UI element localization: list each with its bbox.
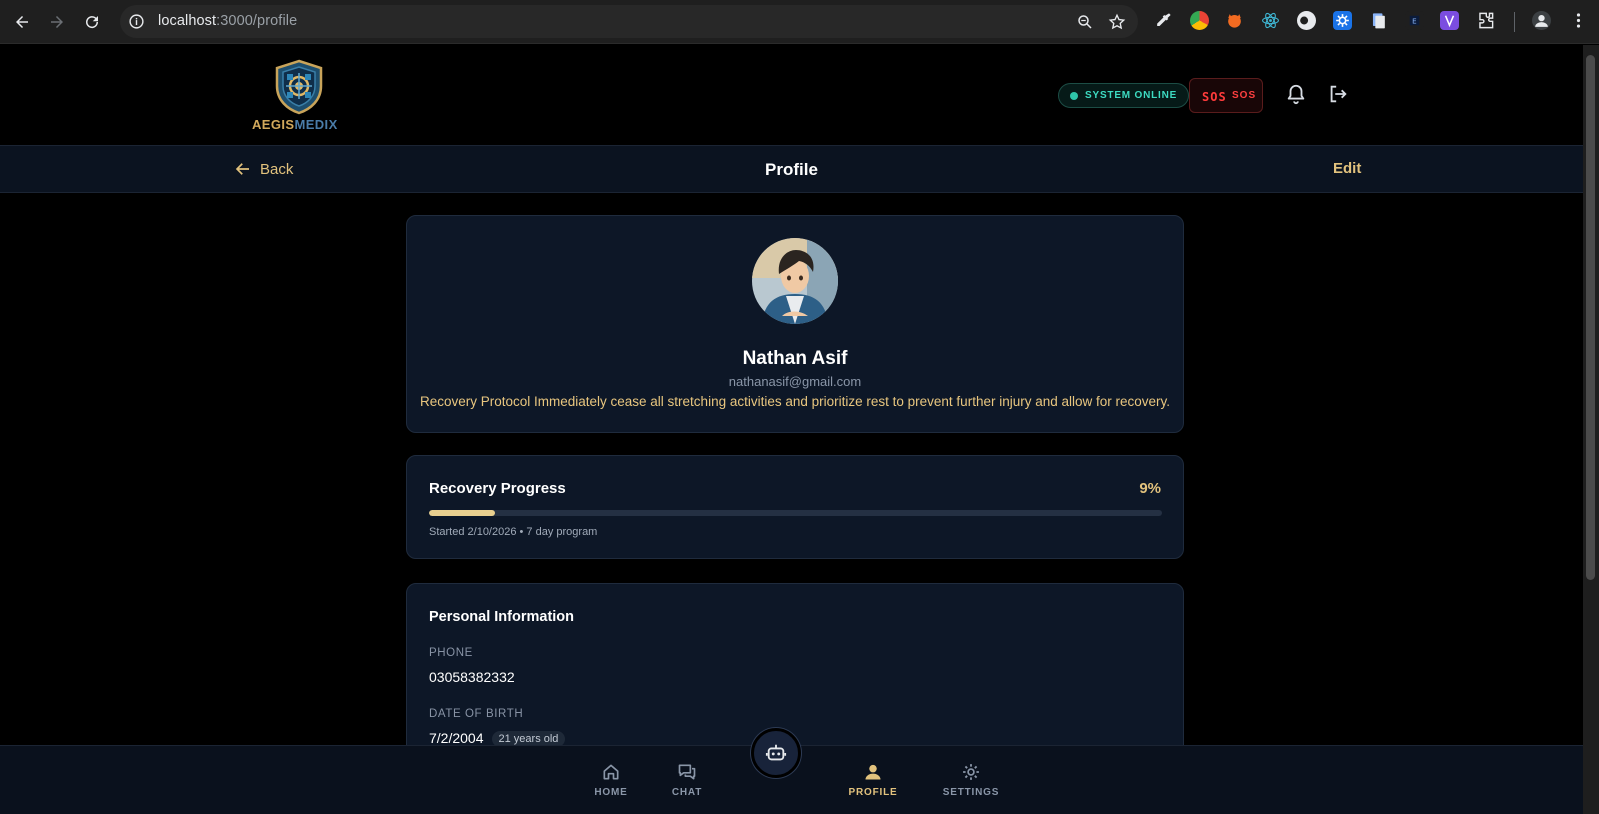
sos-button[interactable]: SOS SOS bbox=[1189, 78, 1263, 113]
profile-email: nathanasif@gmail.com bbox=[728, 374, 862, 389]
svg-text:E: E bbox=[1412, 17, 1417, 26]
app-viewport: AEGISMEDIX SYSTEM ONLINE SOS SOS Back Pr… bbox=[0, 45, 1583, 814]
eyedropper-extension-icon[interactable] bbox=[1154, 11, 1173, 30]
home-icon bbox=[603, 764, 619, 780]
recovery-progress-title: Recovery Progress bbox=[429, 480, 566, 497]
logout-icon[interactable] bbox=[1327, 83, 1349, 105]
url-text[interactable]: localhost:3000/profile bbox=[158, 13, 297, 29]
progress-bar-fill bbox=[429, 510, 495, 516]
top-bar: AEGISMEDIX SYSTEM ONLINE SOS SOS bbox=[0, 45, 1583, 146]
react-devtools-icon[interactable] bbox=[1261, 11, 1280, 30]
more-options-icon[interactable] bbox=[1569, 11, 1588, 30]
system-status-badge: SYSTEM ONLINE bbox=[1058, 83, 1190, 108]
gear-icon bbox=[963, 764, 979, 780]
reload-icon[interactable] bbox=[80, 10, 104, 34]
personal-information-title: Personal Information bbox=[429, 609, 575, 625]
recovery-progress-card: Recovery Progress 9% Started 2/10/2026 •… bbox=[406, 455, 1184, 559]
sos-label: SOS bbox=[1232, 90, 1257, 101]
nav-home-label: HOME bbox=[594, 787, 628, 798]
brand-name: AEGISMEDIX bbox=[252, 117, 338, 132]
bookmark-star-icon[interactable] bbox=[1108, 13, 1126, 31]
recovery-progress-percent: 9% bbox=[1139, 480, 1161, 497]
notification-bell-icon[interactable] bbox=[1285, 83, 1307, 105]
letter-extension-icon[interactable]: E bbox=[1405, 11, 1424, 30]
user-avatar-icon[interactable] bbox=[1532, 11, 1551, 30]
url-host: localhost bbox=[158, 13, 217, 29]
user-icon bbox=[865, 764, 881, 780]
page-scrollbar[interactable] bbox=[1583, 45, 1599, 814]
toolbar-divider bbox=[1514, 12, 1515, 32]
avatar[interactable] bbox=[752, 238, 838, 324]
date-of-birth-label: DATE OF BIRTH bbox=[429, 708, 524, 720]
phone-value: 03058382332 bbox=[429, 669, 515, 685]
ai-assistant-button[interactable] bbox=[751, 728, 801, 778]
browser-chrome: localhost:3000/profile E bbox=[0, 0, 1599, 44]
url-path: :3000/profile bbox=[216, 13, 298, 29]
status-dot-icon bbox=[1070, 92, 1078, 100]
progress-bar-track bbox=[429, 510, 1162, 516]
gear-extension-icon[interactable] bbox=[1333, 11, 1352, 30]
site-info-icon[interactable] bbox=[128, 13, 145, 30]
brand-name-part1: AEGIS bbox=[252, 117, 295, 132]
robot-icon bbox=[765, 744, 787, 761]
document-extension-icon[interactable] bbox=[1369, 11, 1388, 30]
nav-chat[interactable]: CHAT bbox=[652, 758, 722, 798]
address-bar[interactable]: localhost:3000/profile bbox=[120, 5, 1138, 38]
nav-settings[interactable]: SETTINGS bbox=[936, 758, 1006, 798]
nav-profile[interactable]: PROFILE bbox=[838, 758, 908, 798]
recovery-program-meta: Started 2/10/2026 • 7 day program bbox=[429, 526, 598, 538]
nav-settings-label: SETTINGS bbox=[942, 787, 1000, 798]
color-picker-extension-icon[interactable] bbox=[1190, 11, 1209, 30]
scrollbar-thumb[interactable] bbox=[1586, 55, 1595, 580]
page-header: Back Profile Edit bbox=[0, 146, 1583, 193]
sos-digital-icon: SOS bbox=[1202, 90, 1227, 104]
zoom-icon[interactable] bbox=[1076, 13, 1094, 31]
profile-card: Nathan Asif nathanasif@gmail.com Recover… bbox=[406, 215, 1184, 433]
circle-extension-icon[interactable] bbox=[1297, 11, 1316, 30]
v-extension-icon[interactable] bbox=[1440, 11, 1459, 30]
chat-icon bbox=[678, 764, 696, 780]
forward-arrow-icon[interactable] bbox=[45, 10, 69, 34]
edit-button[interactable]: Edit bbox=[1333, 160, 1361, 177]
nav-profile-label: PROFILE bbox=[848, 787, 898, 798]
brand-name-part2: MEDIX bbox=[294, 117, 338, 132]
phone-label: PHONE bbox=[429, 647, 473, 659]
fox-extension-icon[interactable] bbox=[1225, 11, 1244, 30]
profile-name: Nathan Asif bbox=[742, 348, 848, 369]
back-arrow-icon[interactable] bbox=[10, 10, 34, 34]
recovery-protocol-note: Recovery Protocol Immediately cease all … bbox=[419, 394, 1171, 409]
date-of-birth-value: 7/2/2004 bbox=[429, 730, 484, 746]
system-status-text: SYSTEM ONLINE bbox=[1085, 90, 1178, 101]
nav-home[interactable]: HOME bbox=[576, 758, 646, 798]
extensions-puzzle-icon[interactable] bbox=[1476, 11, 1495, 30]
nav-chat-label: CHAT bbox=[671, 787, 703, 798]
